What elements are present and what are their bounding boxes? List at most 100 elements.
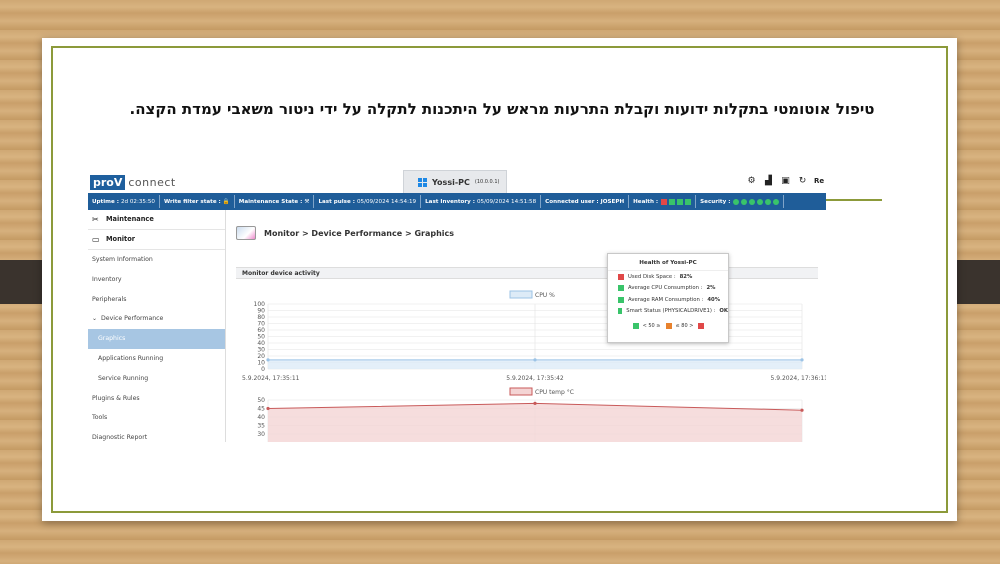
sidebar-item-tools[interactable]: Tools — [88, 408, 225, 428]
sidebar-item-service-running[interactable]: Service Running — [88, 368, 225, 388]
y-tick-label: 40 — [257, 414, 265, 421]
legend-swatch — [509, 290, 533, 299]
network-icon[interactable]: ⚙ — [746, 176, 757, 187]
sidebar-item-inventory[interactable]: Inventory — [88, 269, 225, 289]
breadcrumb: Monitor > Device Performance > Graphics — [236, 226, 454, 240]
y-tick-label: 45 — [257, 406, 265, 413]
sidebar-item-label: Device Performance — [101, 315, 164, 323]
data-point — [533, 401, 537, 405]
sidebar-item-maintenance[interactable]: ✂ Maintenance — [88, 210, 225, 230]
y-tick-label: 0 — [261, 366, 265, 373]
tooltip-row-value: 2% — [706, 285, 716, 292]
health-square — [669, 198, 676, 205]
sidebar-item-label: Graphics — [98, 335, 126, 343]
sidebar-item-label: Plugins & Rules — [92, 394, 140, 402]
sidebar-item-label: Applications Running — [98, 354, 164, 362]
legend-high-text: ≤ 80 > — [675, 323, 694, 329]
sidebar-item-label: Diagnostic Report — [92, 434, 148, 442]
tooltip-row: Smart Status (PHYSICALDRIVE1) : OK — [608, 306, 728, 318]
tooltip-row: Used Disk Space :82% — [608, 271, 728, 283]
sidebar-item-label: System Information — [92, 255, 153, 263]
security-dot — [765, 198, 772, 205]
security-indicator[interactable]: Security : — [696, 195, 785, 208]
sidebar-item-plugins-rules[interactable]: Plugins & Rules — [88, 388, 225, 408]
logo-connect: connect — [128, 176, 176, 189]
sidebar-item-label: Peripherals — [92, 295, 127, 303]
sidebar-item-monitor[interactable]: ▭ Monitor — [88, 230, 225, 250]
windows-icon — [418, 177, 427, 187]
sidebar-item-graphics[interactable]: Graphics — [88, 328, 225, 349]
data-point — [266, 358, 270, 362]
sidebar-item-label: Service Running — [98, 374, 149, 382]
tooltip-title: Health of Yossi-PC — [608, 254, 728, 271]
series-area — [268, 403, 802, 442]
device-ip: (10.0.0.1) — [474, 179, 500, 185]
legend-swatch-high — [698, 323, 705, 329]
legend-swatch-mid — [665, 323, 672, 329]
health-square — [685, 198, 692, 205]
legend-label: CPU % — [535, 292, 555, 299]
data-point — [266, 406, 270, 411]
chevron-down-icon: ⌄ — [92, 315, 98, 323]
health-square — [661, 198, 668, 205]
tooltip-row-label: Average CPU Consumption : — [628, 285, 703, 292]
graphics-icon — [236, 226, 256, 240]
status-bar: Uptime :2d 02:35:50 Write filter state :… — [88, 193, 826, 210]
slide-title: טיפול אוטומטי בתקלות ידועות וקבלת התרעות… — [129, 100, 875, 118]
monitor-icon: ▭ — [92, 234, 100, 244]
top-toolbar: ⚙ ▟ ▣ ↻ Re — [746, 176, 824, 187]
charts-area: CPU %10090807060504030201005.9.2024, 17:… — [242, 290, 826, 442]
legend-swatch-low — [632, 323, 639, 329]
x-tick-label: 5.9.2024, 17:35:11 — [242, 375, 300, 382]
sidebar-item-diagnostic-report[interactable]: Diagnostic Report — [88, 428, 225, 442]
uptime: Uptime :2d 02:35:50 — [88, 195, 160, 208]
connected-user: Connected user : JOSEPH — [541, 195, 630, 208]
tab-device[interactable]: Yossi-PC (10.0.0.1) — [403, 170, 507, 193]
security-dot — [757, 198, 764, 205]
status-swatch — [618, 285, 624, 292]
legend-label: CPU temp °C — [535, 389, 574, 396]
sidebar-item-label: Maintenance — [106, 215, 154, 224]
tooltip-row-value: OK — [719, 308, 728, 315]
tooltip-row-label: Smart Status (PHYSICALDRIVE1) : — [626, 308, 716, 315]
tooltip-row: Average CPU Consumption :2% — [608, 283, 728, 295]
terminal-icon[interactable]: ▣ — [780, 176, 791, 187]
sidebar-item-system-information[interactable]: System Information — [88, 250, 225, 270]
toolbar-trailing-text[interactable]: Re — [814, 176, 824, 187]
main-content: Monitor > Device Performance > Graphics … — [236, 210, 826, 442]
sidebar: ✂ Maintenance ▭ Monitor System Information In… — [88, 210, 226, 442]
health-square — [677, 198, 684, 205]
tooltip-row-value: 82% — [679, 273, 693, 280]
sidebar-item-applications-running[interactable]: Applications Running — [88, 349, 225, 369]
app-screenshot: proV connect Yossi-PC (10.0.0.1) ⚙ ▟ ▣ ↻… — [88, 170, 826, 442]
sitemap-icon[interactable]: ▟ — [763, 176, 774, 187]
sidebar-item-label: Tools — [92, 414, 108, 422]
sidebar-item-peripherals[interactable]: Peripherals — [88, 289, 225, 309]
breadcrumb-text: Monitor > Device Performance > Graphics — [264, 228, 455, 238]
security-dot — [749, 198, 756, 205]
health-indicator[interactable]: Health : — [629, 195, 697, 208]
status-swatch — [618, 308, 623, 315]
refresh-icon[interactable]: ↻ — [797, 176, 808, 187]
last-pulse: Last pulse :05/09/2024 14:54:19 — [314, 195, 422, 208]
lock-icon: 🔒 — [222, 198, 230, 205]
last-inventory: Last Inventory :05/09/2024 14:51:58 — [421, 195, 542, 208]
top-bar: proV connect Yossi-PC (10.0.0.1) ⚙ ▟ ▣ ↻… — [88, 170, 826, 193]
security-dot — [773, 198, 780, 205]
security-dot — [741, 198, 748, 205]
legend-low-text: < 50 ≥ — [642, 323, 661, 329]
y-tick-label: 35 — [257, 423, 265, 430]
data-point — [533, 358, 537, 362]
security-dot — [733, 198, 740, 205]
logo-pro: proV — [90, 175, 126, 190]
status-swatch — [618, 296, 624, 303]
health-tooltip: Health of Yossi-PC Used Disk Space :82% A… — [607, 253, 729, 343]
wrench-icon: ⚒ — [304, 198, 310, 205]
x-tick-label: 5.9.2024, 17:35:42 — [506, 375, 564, 382]
write-filter: Write filter state : 🔒 — [160, 195, 235, 208]
sidebar-item-device-performance[interactable]: ⌄ Device Performance — [88, 309, 225, 329]
maintenance-state: Maintenance State : ⚒ — [235, 195, 315, 208]
sidebar-item-label: Monitor — [106, 235, 135, 244]
tooltip-row-value: 40% — [707, 296, 721, 303]
tooltip-row: Average RAM Consumption :40% — [608, 294, 728, 306]
